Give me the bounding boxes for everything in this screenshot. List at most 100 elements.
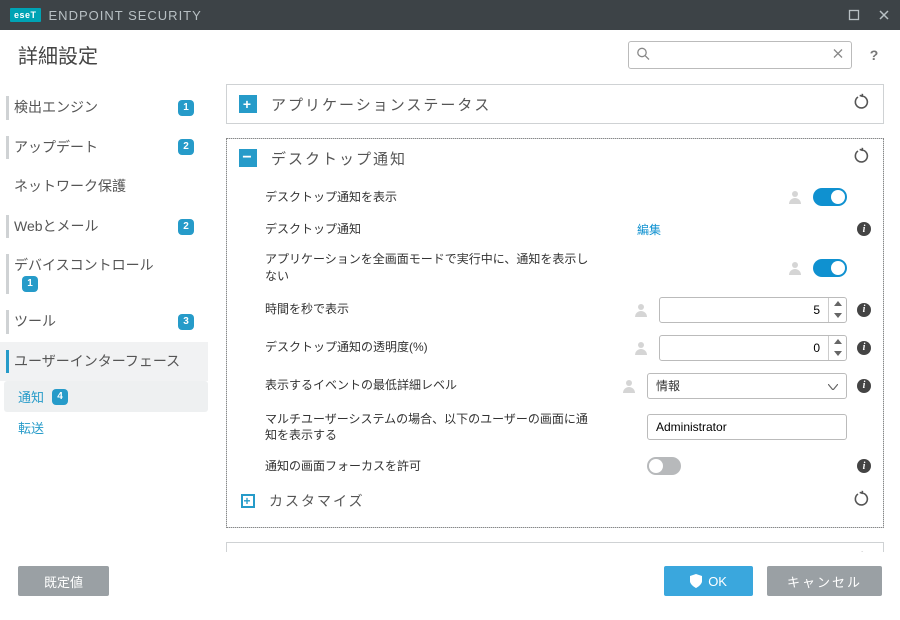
user-icon xyxy=(621,378,637,394)
info-icon[interactable] xyxy=(857,341,871,355)
panel-app-status-head[interactable]: アプリケーションステータス xyxy=(227,85,883,123)
row-allow-focus: 通知の画面フォーカスを許可 xyxy=(227,450,883,482)
sidebar-item-device[interactable]: デバイスコントロール 1 xyxy=(0,246,208,302)
sidebar-item-label: 検出エンジン xyxy=(14,98,170,118)
info-icon[interactable] xyxy=(857,303,871,317)
default-button[interactable]: 既定値 xyxy=(18,566,109,596)
brand-logo: eseT xyxy=(10,8,41,22)
panel-app-status: アプリケーションステータス xyxy=(226,84,884,124)
user-icon xyxy=(633,340,649,356)
expand-icon[interactable] xyxy=(239,95,257,113)
info-icon[interactable] xyxy=(857,222,871,236)
spin-down-icon[interactable] xyxy=(829,348,846,360)
sidebar-badge: 1 xyxy=(178,100,194,116)
opacity-stepper[interactable] xyxy=(659,335,847,361)
multiuser-input[interactable] xyxy=(647,414,847,440)
row-label: 時間を秒で表示 xyxy=(265,301,595,318)
info-icon[interactable] xyxy=(857,459,871,473)
sidebar-item-network[interactable]: ネットワーク保護 xyxy=(0,167,208,207)
min-level-select[interactable]: 情報 xyxy=(647,373,847,399)
search-wrap xyxy=(628,41,852,69)
page-title: 詳細設定 xyxy=(18,40,98,69)
user-icon xyxy=(787,189,803,205)
seconds-input[interactable] xyxy=(660,303,828,317)
toggle-show-notify[interactable] xyxy=(813,188,847,206)
toggle-allow-focus[interactable] xyxy=(647,457,681,475)
window-controls xyxy=(848,9,890,21)
spin-up-icon[interactable] xyxy=(829,298,846,310)
panel-desktop-notify-head[interactable]: デスクトップ通知 xyxy=(227,139,883,177)
sidebar-badge: 4 xyxy=(52,389,68,405)
spin-down-icon[interactable] xyxy=(829,310,846,322)
search-icon xyxy=(636,46,650,63)
row-opacity: デスクトップ通知の透明度(%) xyxy=(227,329,883,367)
close-icon[interactable] xyxy=(878,9,890,21)
reset-icon[interactable] xyxy=(853,490,871,511)
row-label: デスクトップ通知 xyxy=(265,221,595,238)
toggle-fullscreen-suppress[interactable] xyxy=(813,259,847,277)
seconds-stepper[interactable] xyxy=(659,297,847,323)
row-label: 表示するイベントの最低詳細レベル xyxy=(265,377,595,394)
header: 詳細設定 ? xyxy=(0,30,900,80)
row-edit-notify: デスクトップ通知 編集 xyxy=(227,213,883,245)
brand-text: ENDPOINT SECURITY xyxy=(49,8,202,23)
sidebar-sub-label: 転送 xyxy=(18,418,44,437)
subsection-title: カスタマイズ xyxy=(269,491,365,511)
edit-link[interactable]: 編集 xyxy=(637,221,661,238)
help-button[interactable]: ? xyxy=(866,47,882,63)
content: アプリケーションステータス デスクトップ通知 デスクトップ通知を表示 xyxy=(214,80,900,552)
panel-title: デスクトップ通知 xyxy=(271,148,407,169)
row-show-notify: デスクトップ通知を表示 xyxy=(227,181,883,213)
sidebar-badge: 1 xyxy=(22,276,38,292)
panel-interactive-head[interactable]: 対話アラート xyxy=(227,543,883,552)
reset-icon[interactable] xyxy=(853,93,871,115)
sidebar-item-detection[interactable]: 検出エンジン 1 xyxy=(0,88,208,128)
opacity-input[interactable] xyxy=(660,341,828,355)
row-label: デスクトップ通知を表示 xyxy=(265,189,595,206)
sidebar-item-label: デバイスコントロール xyxy=(14,256,194,276)
sidebar-item-label: ネットワーク保護 xyxy=(14,177,194,197)
row-duration-seconds: 時間を秒で表示 xyxy=(227,291,883,329)
row-multiuser: マルチユーザーシステムの場合、以下のユーザーの画面に通知を表示する xyxy=(227,405,883,451)
cancel-button[interactable]: キャンセル xyxy=(767,566,882,596)
reset-icon[interactable] xyxy=(853,147,871,169)
sidebar-sub-label: 通知 xyxy=(18,387,44,406)
panel-interactive-alerts: 対話アラート xyxy=(226,542,884,552)
sidebar-item-ui[interactable]: ユーザーインターフェース xyxy=(0,342,208,382)
sidebar: 検出エンジン 1 アップデート 2 ネットワーク保護 Webとメール 2 デバイ… xyxy=(0,80,214,552)
sidebar-item-update[interactable]: アップデート 2 xyxy=(0,128,208,168)
select-value: 情報 xyxy=(656,377,680,394)
ok-button[interactable]: OK xyxy=(664,566,753,596)
sidebar-item-label: アップデート xyxy=(14,138,170,158)
subsection-customize-head[interactable]: + カスタマイズ xyxy=(227,482,883,519)
panel-desktop-notify: デスクトップ通知 デスクトップ通知を表示 デスクトップ通知 xyxy=(226,138,884,528)
row-label: 通知の画面フォーカスを許可 xyxy=(265,458,595,475)
expand-icon[interactable]: + xyxy=(241,494,255,508)
row-fullscreen-suppress: アプリケーションを全画面モードで実行中に、通知を表示しない xyxy=(227,245,883,291)
titlebar: eseT ENDPOINT SECURITY xyxy=(0,0,900,30)
sidebar-sub-notifications[interactable]: 通知 4 xyxy=(4,381,208,412)
user-icon xyxy=(633,302,649,318)
sidebar-badge: 3 xyxy=(178,314,194,330)
user-icon xyxy=(787,260,803,276)
clear-search-icon[interactable] xyxy=(832,47,844,62)
ok-label: OK xyxy=(708,574,727,589)
footer: 既定値 OK キャンセル xyxy=(0,552,900,610)
sidebar-badge: 2 xyxy=(178,219,194,235)
chevron-down-icon xyxy=(828,379,838,393)
maximize-icon[interactable] xyxy=(848,9,860,21)
sidebar-item-label: ツール xyxy=(14,312,170,332)
info-icon[interactable] xyxy=(857,379,871,393)
sidebar-sub-forwarding[interactable]: 転送 xyxy=(4,412,208,443)
reset-icon[interactable] xyxy=(853,551,871,552)
sidebar-item-label: ユーザーインターフェース xyxy=(14,352,194,372)
panel-title: アプリケーションステータス xyxy=(271,94,491,115)
collapse-icon[interactable] xyxy=(239,149,257,167)
row-label: マルチユーザーシステムの場合、以下のユーザーの画面に通知を表示する xyxy=(265,411,595,445)
spin-up-icon[interactable] xyxy=(829,336,846,348)
sidebar-item-tools[interactable]: ツール 3 xyxy=(0,302,208,342)
search-input[interactable] xyxy=(628,41,852,69)
sidebar-badge: 2 xyxy=(178,139,194,155)
shield-icon xyxy=(690,574,702,588)
sidebar-item-webmail[interactable]: Webとメール 2 xyxy=(0,207,208,247)
